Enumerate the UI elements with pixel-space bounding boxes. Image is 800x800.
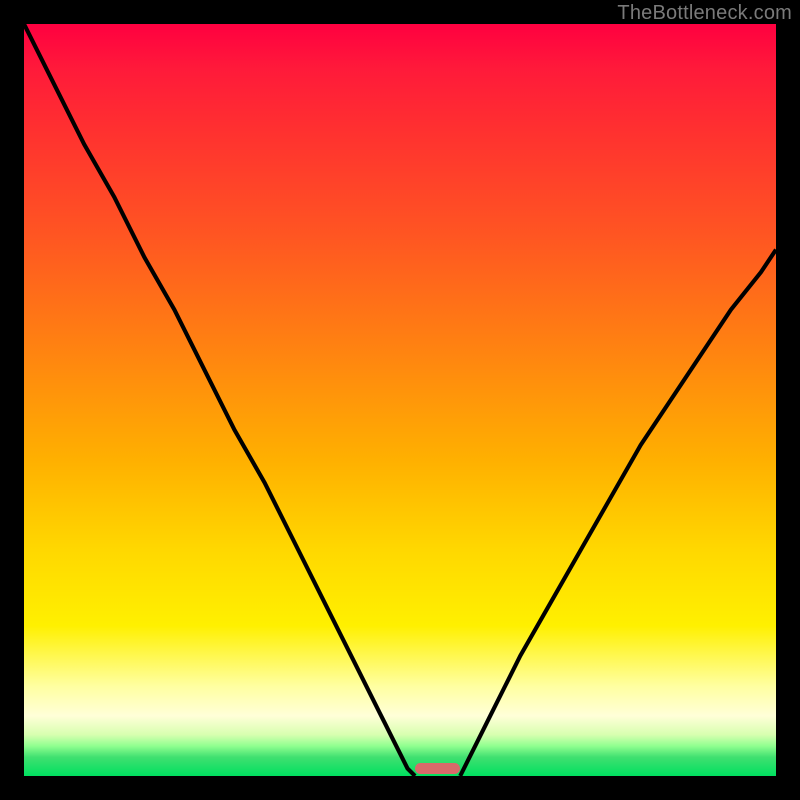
chart-frame: TheBottleneck.com <box>0 0 800 800</box>
plot-area <box>24 24 776 776</box>
right-curve <box>460 250 776 776</box>
left-curve <box>24 24 415 776</box>
baseline-marker <box>415 763 460 774</box>
curves-svg <box>24 24 776 776</box>
watermark-text: TheBottleneck.com <box>617 2 792 25</box>
